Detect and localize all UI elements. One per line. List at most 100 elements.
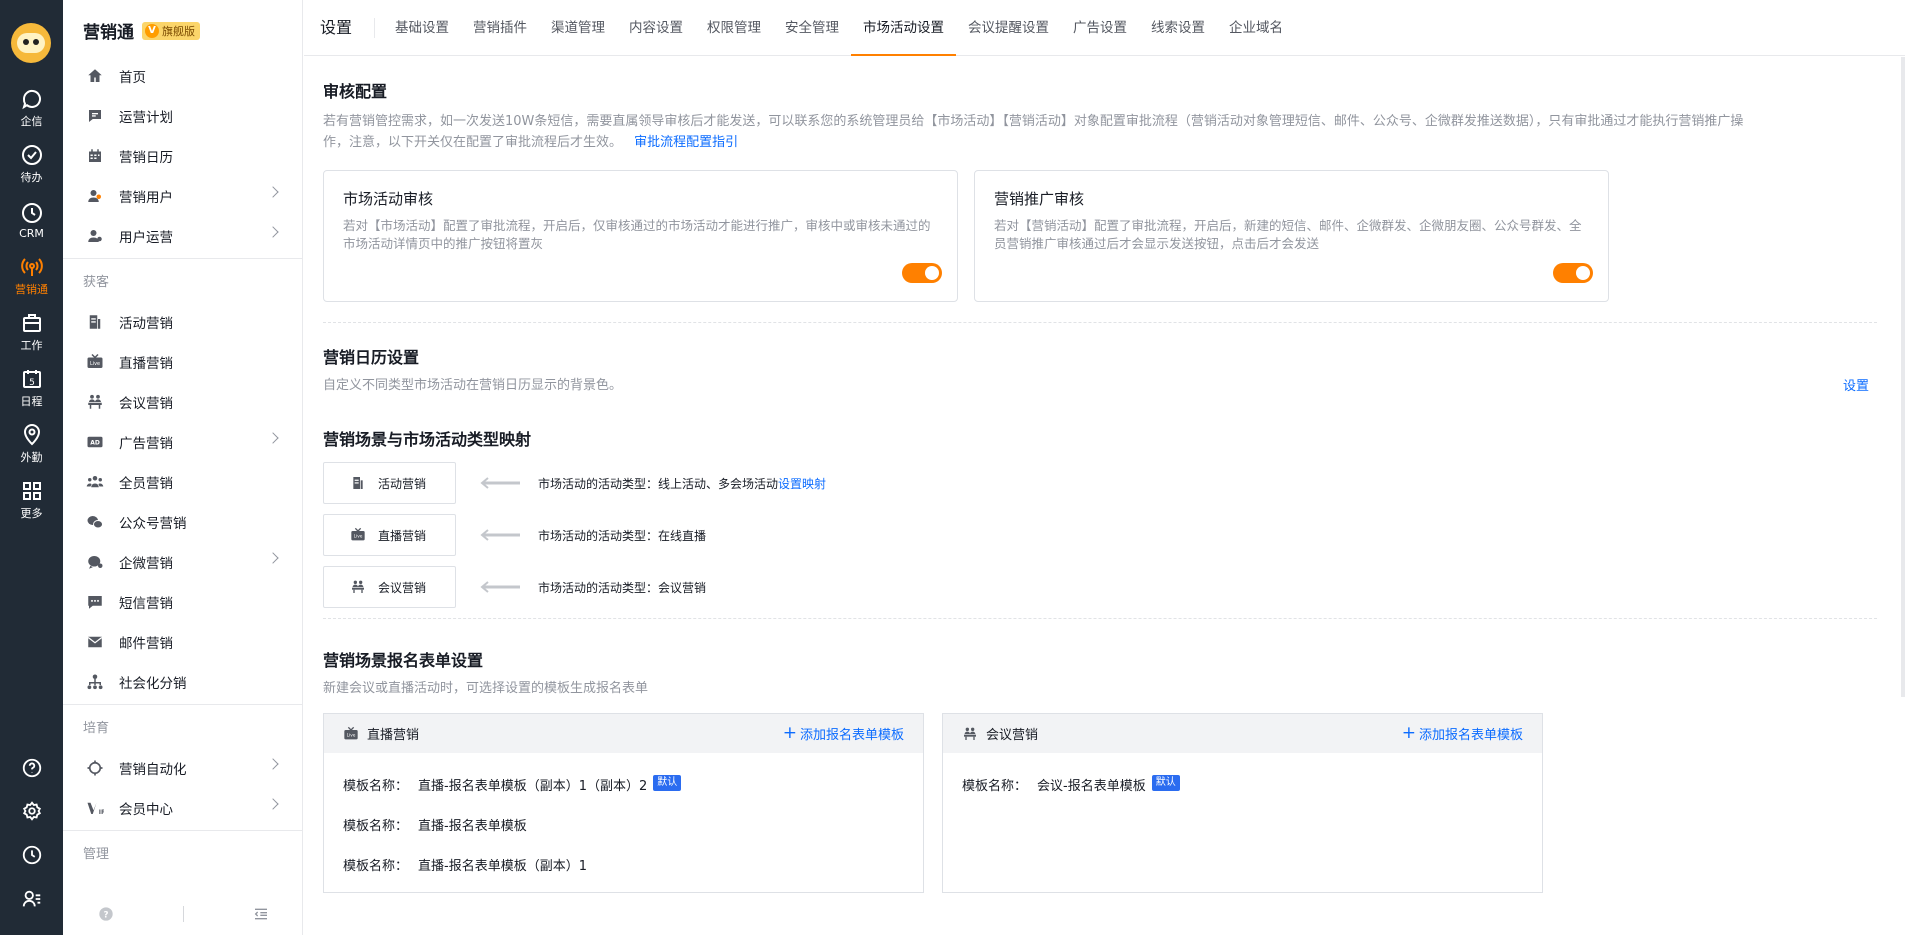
card-title: 市场活动审核 [343,190,434,208]
rail-item-crm[interactable]: CRM [0,194,63,246]
document-icon [89,315,101,329]
collapse-menu-icon[interactable] [253,906,269,922]
scene-box: Live 直播营销 [323,514,456,556]
template-row[interactable]: 模板名称： 直播-报名表单模板（副本）1（副本）2 默认 [343,771,904,811]
check-icon [21,145,42,165]
tab-basic[interactable]: 基础设置 [383,0,461,56]
template-row[interactable]: 模板名称： 直播-报名表单模板 [343,811,904,851]
live-icon: Live [351,527,365,541]
clock-icon [22,845,41,865]
sidebar-item-ad-marketing[interactable]: AD 广告营销 [63,422,303,462]
plus-icon: + [782,723,797,743]
tab-channels[interactable]: 渠道管理 [539,0,617,56]
svg-text:Live: Live [90,361,100,367]
sidebar-item-user-ops[interactable]: 用户运营 [63,216,303,256]
form-card-live: Live 直播营销 + 添加报名表单模板 模板名称： 直播-报名表单模板（副本）1… [323,713,924,893]
audit-section: 审核配置 若有营销管控需求，如一次发送10W条短信，需要直属领导审核后才能发送，… [323,57,1877,302]
sidebar-menu: 首页 运营计划 营销日历 营销用户 用户运营 获客 活动营销 Live 直播营销 [63,56,303,874]
rail-item-marketing[interactable]: 营销通 [0,250,63,302]
tab-permissions[interactable]: 权限管理 [695,0,773,56]
tab-leads[interactable]: 线索设置 [1139,0,1217,56]
tab-meeting-reminder[interactable]: 会议提醒设置 [956,0,1061,56]
sidebar-item-email[interactable]: 邮件营销 [63,622,303,662]
form-template-title: 营销场景报名表单设置 [323,651,484,670]
sidebar-item-sms[interactable]: 短信营销 [63,582,303,622]
template-row[interactable]: 模板名称： 会议-报名表单模板 默认 [962,771,1523,811]
profile-button[interactable] [0,884,63,914]
group-manage: 管理 [63,830,303,874]
rail-item-work[interactable]: 工作 [0,306,63,358]
sidebar-item-official-account[interactable]: 公众号营销 [63,502,303,542]
rail-item-schedule[interactable]: 5 日程 [0,362,63,414]
promotion-audit-toggle[interactable] [1553,263,1593,283]
group-nurture: 培育 [63,704,303,748]
settings-button[interactable] [0,796,63,826]
sidebar-item-plan[interactable]: 运营计划 [63,96,303,136]
sidebar-item-meeting-marketing[interactable]: 会议营销 [63,382,303,422]
vip-icon: IP [87,802,104,816]
chevron-right-icon [267,226,279,238]
sidebar-item-calendar[interactable]: 营销日历 [63,136,303,176]
default-badge: 默认 [1151,775,1180,791]
help-icon[interactable]: ? [98,906,114,922]
rail-item-field[interactable]: 外勤 [0,418,63,470]
team-icon [86,476,104,488]
location-icon [23,424,40,446]
svg-text:AD: AD [90,440,100,447]
form-template-cards: Live 直播营销 + 添加报名表单模板 模板名称： 直播-报名表单模板（副本）1… [323,713,1877,893]
add-form-template-button[interactable]: + 添加报名表单模板 [782,723,904,744]
tab-market-activity[interactable]: 市场活动设置 [851,0,957,56]
sidebar-item-home[interactable]: 首页 [63,56,303,96]
automation-icon [87,760,103,776]
rail-item-todo[interactable]: 待办 [0,138,63,190]
set-mapping-link[interactable]: 设置映射 [778,477,826,491]
secondary-sidebar: 营销通 V 旗舰版 首页 运营计划 营销日历 营销用户 用户运营 获客 活动营销… [63,0,303,935]
chevron-right-icon [267,798,279,810]
meeting-icon [88,394,102,409]
svg-text:Live: Live [354,534,363,540]
mapping-section: 营销场景与市场活动类型映射 活动营销 市场活动的活动类型：线上活动、多会场活动设… [323,396,1877,608]
add-form-template-button[interactable]: + 添加报名表单模板 [1401,723,1523,744]
chevron-right-icon [267,186,279,198]
svg-text:?: ? [103,910,108,920]
brand-name: 营销通 [83,23,134,43]
sidebar-item-automation[interactable]: 营销自动化 [63,748,303,788]
sidebar-item-users[interactable]: 营销用户 [63,176,303,216]
plus-icon: + [1401,723,1416,743]
sidebar-item-live-marketing[interactable]: Live 直播营销 [63,342,303,382]
sidebar-item-distribution[interactable]: 社会化分销 [63,662,303,702]
market-activity-audit-toggle[interactable] [902,263,942,283]
scrollbar[interactable] [1901,57,1905,697]
tab-plugins[interactable]: 营销插件 [461,0,539,56]
top-bar: 设置 基础设置 营销插件 渠道管理 内容设置 权限管理 安全管理 市场活动设置 … [304,0,1905,56]
audit-description: 若有营销管控需求，如一次发送10W条短信，需要直属领导审核后才能发送，可以联系您… [323,114,1744,150]
calendar-setting-title: 营销日历设置 [323,348,420,367]
chat-icon [21,90,41,110]
rail-item-more[interactable]: 更多 [0,474,63,526]
tab-content[interactable]: 内容设置 [617,0,695,56]
calendar-icon [89,149,101,162]
scene-box: 活动营销 [323,462,456,504]
sidebar-item-member-center[interactable]: IP 会员中心 [63,788,303,828]
approval-guide-link[interactable]: 审批流程配置指引 [634,135,738,150]
rail-item-qixin[interactable]: 企信 [0,82,63,134]
sidebar-item-all-staff[interactable]: 全员营销 [63,462,303,502]
sidebar-item-wecom[interactable]: 企微营销 [63,542,303,582]
calendar-setting-link[interactable]: 设置 [1843,375,1869,394]
calendar-setting-description: 自定义不同类型市场活动在营销日历显示的背景色。 [323,378,623,393]
distribution-icon [87,674,103,690]
audit-title: 审核配置 [323,82,388,101]
help-button[interactable] [0,753,63,783]
sidebar-footer: ? [63,893,303,935]
template-row[interactable]: 模板名称： 直播-报名表单模板（副本）1 [343,851,904,891]
history-button[interactable] [0,840,63,870]
tab-domain[interactable]: 企业域名 [1217,0,1295,56]
tab-ads[interactable]: 广告设置 [1061,0,1139,56]
app-logo[interactable] [11,23,51,63]
sidebar-item-event-marketing[interactable]: 活动营销 [63,302,303,342]
calendar-setting-section: 营销日历设置 自定义不同类型市场活动在营销日历显示的背景色。 设置 [323,323,1877,396]
tab-security[interactable]: 安全管理 [773,0,851,56]
users-icon [88,190,101,202]
live-icon: Live [344,726,358,739]
wechat-icon [87,516,103,529]
